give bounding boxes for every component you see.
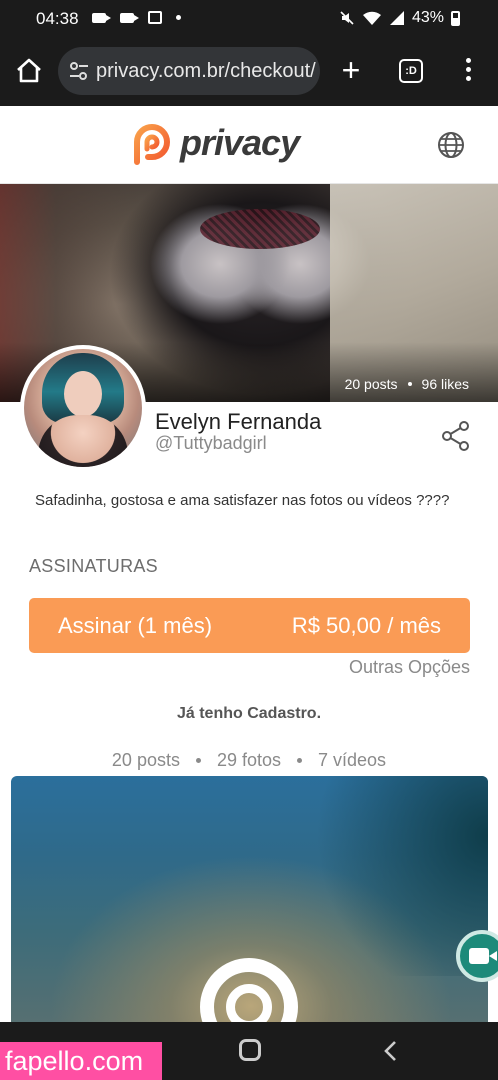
video-call-icon — [92, 12, 111, 23]
site-header: privacy — [0, 106, 498, 184]
other-options-link[interactable]: Outras Opções — [349, 657, 470, 678]
plan-price: R$ 50,00 / mês — [291, 612, 441, 638]
posts-tab[interactable]: 20 posts — [112, 750, 180, 771]
image-icon — [148, 11, 162, 24]
cover-stats: 20 posts 96 likes — [345, 376, 469, 392]
privacy-logo-icon[interactable] — [131, 122, 173, 168]
profile-handle: @Tuttybadgirl — [155, 433, 267, 453]
home-icon[interactable] — [14, 56, 44, 86]
status-time: 04:38 — [36, 9, 79, 28]
posts-count: 20 posts — [344, 376, 398, 392]
new-tab-button[interactable]: + — [338, 54, 364, 86]
video-camera-icon — [469, 948, 497, 964]
system-icons: 43% — [339, 9, 460, 27]
video-icon — [120, 12, 139, 23]
more-notifications-icon — [176, 15, 181, 20]
watermark: fapello.com — [0, 1042, 162, 1080]
photos-tab[interactable]: 29 fotos — [217, 750, 281, 771]
tab-switcher-button[interactable]: :D — [399, 59, 423, 83]
url-text: privacy.com.br/checkout/ — [96, 60, 316, 82]
brand-name: privacy — [180, 122, 300, 163]
login-link[interactable]: Já tenho Cadastro. — [0, 705, 498, 723]
battery-icon — [451, 10, 460, 26]
avatar[interactable] — [20, 345, 146, 471]
media-preview[interactable] — [11, 776, 488, 1036]
notification-icons — [92, 11, 181, 24]
share-icon[interactable] — [441, 420, 471, 452]
likes-count: 96 likes — [421, 376, 469, 392]
mute-icon — [340, 11, 354, 25]
site-settings-icon[interactable] — [68, 60, 90, 82]
signal-icon — [389, 11, 404, 25]
browser-toolbar: privacy.com.br/checkout/ + :D — [0, 38, 498, 106]
subscribe-button[interactable]: Assinar (1 mês) R$ 50,00 / mês — [29, 598, 470, 653]
subscriptions-title: ASSINATURAS — [29, 556, 158, 576]
videos-tab[interactable]: 7 vídeos — [318, 750, 386, 771]
content-counts: 20 posts 29 fotos 7 vídeos — [0, 750, 498, 771]
address-bar[interactable]: privacy.com.br/checkout/ — [58, 47, 320, 95]
profile-bio: Safadinha, gostosa e ama satisfazer nas … — [35, 492, 450, 509]
battery-percent: 43% — [411, 9, 444, 26]
status-bar: 04:38 43% — [0, 0, 498, 38]
plan-label: Assinar (1 mês) — [58, 612, 213, 638]
back-icon[interactable] — [381, 1040, 401, 1062]
profile-name: Evelyn Fernanda — [155, 409, 322, 434]
wifi-icon — [362, 11, 381, 25]
nav-home-icon[interactable] — [239, 1039, 261, 1061]
browser-menu-icon[interactable] — [466, 58, 472, 82]
language-globe-icon[interactable] — [436, 130, 466, 160]
